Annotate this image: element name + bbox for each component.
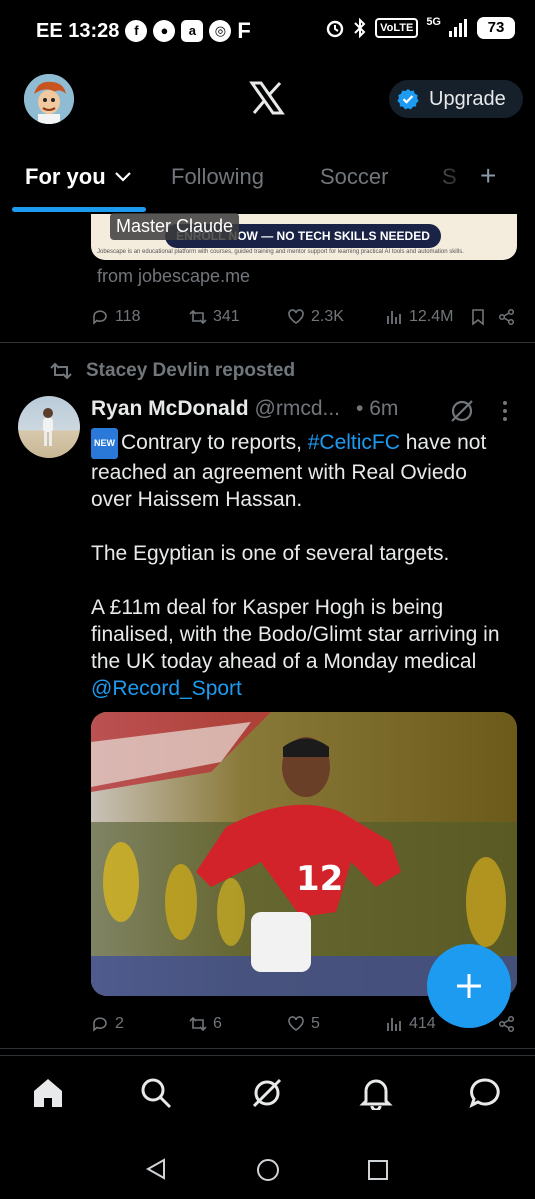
messenger-icon: ● (153, 20, 176, 42)
signal-icon (449, 19, 467, 37)
author-name[interactable]: Ryan McDonald (91, 397, 249, 421)
app-icon: a (181, 20, 204, 42)
plus-icon (457, 974, 481, 998)
repost-icon (189, 309, 207, 325)
reply-button[interactable]: 118 (91, 308, 141, 326)
repost-context: Stacey Devlin reposted (50, 360, 295, 382)
avatar-image (24, 74, 74, 124)
tweet-header: Ryan McDonald @rmcd... • 6m (91, 397, 398, 421)
share-icon[interactable] (498, 1015, 516, 1033)
verified-badge-icon (397, 89, 419, 110)
x-logo-icon[interactable] (249, 80, 285, 116)
battery-indicator: 73 (477, 17, 515, 39)
ad-caption: Master Claude (110, 213, 240, 240)
more-options-icon[interactable] (501, 400, 509, 422)
facebook-icon: f (125, 20, 148, 42)
ad-action-bar: 118 341 2.3K 12.4M (0, 305, 535, 329)
timeline-tabs: For you Following Soccer S + (0, 160, 535, 214)
views-button[interactable]: 414 (385, 1015, 436, 1033)
post-time[interactable]: • 6m (356, 397, 398, 421)
reply-icon (93, 310, 107, 325)
author-handle[interactable]: @rmcd... (255, 397, 341, 421)
like-count: 5 (311, 1015, 320, 1032)
reply-icon (93, 1017, 107, 1032)
like-count: 2.3K (311, 308, 344, 325)
heart-icon (288, 1016, 304, 1031)
status-right: VoLTE 5G 73 (325, 16, 515, 39)
mention-link[interactable]: @Record_Sport (91, 677, 242, 700)
heart-icon (288, 309, 304, 324)
tab-for-you[interactable]: For you (25, 164, 132, 190)
f-icon: F (237, 18, 251, 43)
post-divider (0, 1048, 535, 1049)
repost-count: 6 (213, 1015, 222, 1032)
search-icon[interactable] (139, 1076, 173, 1110)
views-button[interactable]: 12.4M (385, 308, 453, 326)
post-divider (0, 342, 535, 343)
network-type: 5G (426, 16, 441, 28)
reply-button[interactable]: 2 (91, 1015, 124, 1033)
alarm-icon (326, 20, 344, 38)
messages-icon[interactable] (468, 1076, 502, 1110)
repost-button[interactable]: 6 (189, 1015, 222, 1033)
avatar-image (43, 408, 53, 446)
ad-fine-print: Jobescape is an educational platform wit… (97, 249, 464, 255)
grok-icon[interactable] (250, 1076, 284, 1110)
bookmark-icon[interactable] (470, 308, 486, 326)
home-circle-icon[interactable] (256, 1158, 280, 1182)
grok-icon[interactable] (449, 398, 475, 424)
views-icon (387, 1018, 401, 1031)
view-count: 12.4M (409, 308, 454, 325)
tweet-text-2: The Egyptian is one of several targets. (91, 542, 450, 565)
back-icon[interactable] (145, 1158, 167, 1180)
repost-count: 341 (213, 308, 240, 325)
repost-icon (189, 1016, 207, 1032)
status-bar: EE 13:28 f ● a ◎ F VoLTE 5G 73 (0, 0, 535, 60)
profile-avatar[interactable] (24, 74, 74, 124)
system-navigation-bar (0, 1139, 535, 1199)
ad-source-link[interactable]: from jobescape.me (97, 266, 250, 287)
recents-icon[interactable] (367, 1159, 389, 1181)
like-button[interactable]: 2.3K (287, 308, 344, 326)
tweet-text-1a: Contrary to reports, (121, 431, 308, 454)
tab-label: For you (25, 164, 106, 189)
author-avatar[interactable] (18, 396, 80, 458)
tab-following[interactable]: Following (171, 164, 264, 190)
repost-button[interactable]: 341 (189, 308, 240, 326)
active-tab-indicator (12, 207, 146, 212)
new-emoji-badge: NEW (91, 428, 118, 459)
share-icon[interactable] (498, 308, 516, 326)
chrome-icon: ◎ (209, 20, 232, 42)
tabs-fade (420, 160, 480, 200)
view-count: 414 (409, 1015, 436, 1032)
carrier-time: EE 13:28 (36, 19, 120, 42)
add-tab-icon[interactable]: + (480, 160, 496, 192)
reply-count: 118 (115, 308, 141, 325)
notifications-bell-icon[interactable] (359, 1076, 393, 1110)
tweet-text: NEW Contrary to reports, #CelticFC have n… (91, 428, 511, 702)
hashtag-link[interactable]: #CelticFC (308, 431, 400, 454)
jersey-number: 12 (296, 859, 343, 899)
upgrade-button[interactable]: Upgrade (389, 80, 523, 118)
tab-soccer[interactable]: Soccer (320, 164, 388, 190)
like-button[interactable]: 5 (287, 1015, 320, 1033)
views-icon (387, 311, 401, 324)
tweet-text-3: A £11m deal for Kasper Hogh is being fin… (91, 596, 500, 673)
volte-icon: VoLTE (375, 18, 419, 38)
upgrade-label: Upgrade (429, 87, 506, 110)
reply-count: 2 (115, 1015, 124, 1032)
chevron-down-icon (114, 172, 131, 182)
bluetooth-icon (354, 18, 366, 38)
reposted-by[interactable]: Stacey Devlin reposted (86, 360, 295, 382)
home-icon[interactable] (31, 1076, 65, 1110)
bottom-navigation (0, 1055, 535, 1140)
status-left: EE 13:28 f ● a ◎ F (36, 18, 251, 44)
tweet-action-bar: 2 6 5 414 (0, 1012, 535, 1036)
repost-icon (50, 362, 72, 380)
